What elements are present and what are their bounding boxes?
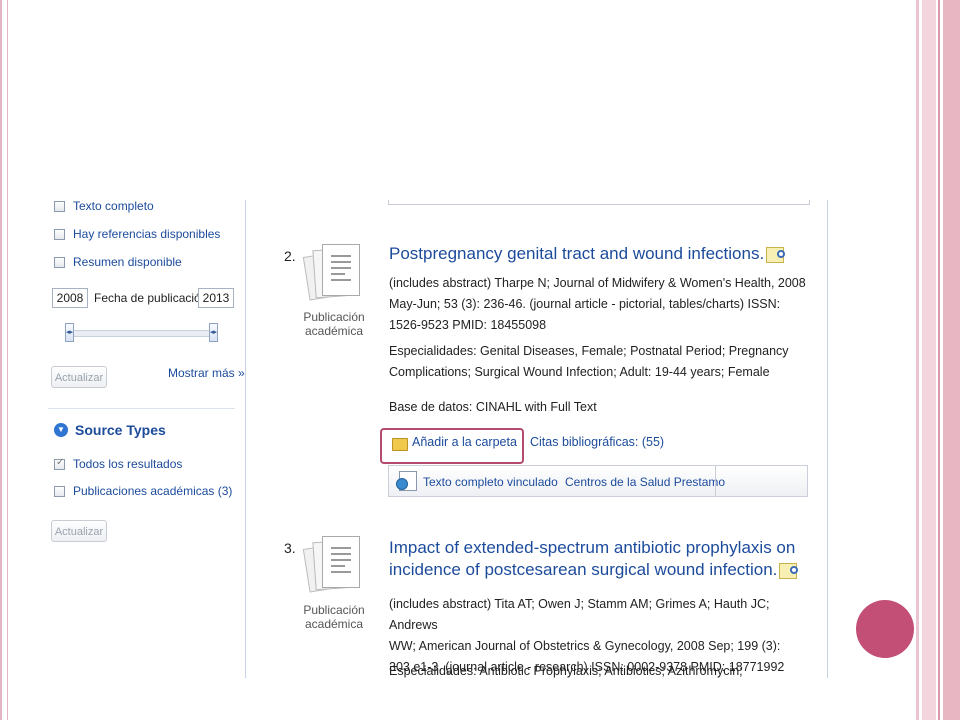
add-to-folder-link[interactable]: Añadir a la carpeta (412, 435, 517, 449)
source-type-academic[interactable]: Publicaciones académicas (3) (54, 482, 232, 500)
source-type-label: Todos los resultados (73, 457, 183, 471)
filter-abstract-available[interactable]: Resumen disponible (54, 253, 182, 271)
slide-frame-right (916, 0, 960, 720)
chevron-down-icon[interactable]: ▼ (54, 423, 68, 437)
preview-magnifier-icon[interactable] (766, 246, 786, 263)
source-type-label: Publicaciones académicas (3) (73, 484, 233, 498)
toolbar-separator (715, 466, 716, 496)
slider-handle-left-icon[interactable]: ◂▸ (65, 323, 74, 342)
slide-frame-left (0, 0, 8, 720)
folder-icon[interactable] (392, 438, 408, 451)
update-button[interactable]: Actualizar (51, 366, 107, 388)
checkbox[interactable] (54, 200, 65, 212)
date-label: Fecha de publicación (94, 291, 208, 305)
accent-circle (856, 600, 914, 658)
centros-link[interactable]: Centros de la Salud Prestamo (565, 475, 725, 489)
date-slider-track[interactable] (66, 330, 216, 337)
filter-references-available[interactable]: Hay referencias disponibles (54, 225, 220, 243)
refine-sidebar: Texto completo Hay referencias disponibl… (48, 200, 246, 678)
checkbox[interactable] (54, 485, 65, 497)
date-from-input[interactable]: 2008 (52, 288, 88, 308)
filter-label: Resumen disponible (73, 255, 182, 269)
filter-label: Texto completo (73, 200, 154, 213)
checkbox-checked[interactable] (54, 457, 65, 470)
result-abstract: (includes abstract) Tharpe N; Journal of… (389, 276, 806, 332)
document-icon[interactable] (302, 244, 360, 301)
result-actions: Añadir a la carpeta Citas bibliográficas… (380, 428, 800, 464)
linked-fulltext-link[interactable]: Texto completo vinculado (423, 475, 558, 489)
source-type-all[interactable]: Todos los resultados (54, 455, 182, 473)
checkbox[interactable] (54, 256, 65, 268)
update-button-2[interactable]: Actualizar (51, 520, 107, 542)
result-specialties: Especialidades: Genital Diseases, Female… (389, 344, 789, 379)
result-specialties: Especialidades: Antibiotic Prophylaxis; … (389, 664, 743, 678)
show-more-link[interactable]: Mostrar más » (168, 366, 245, 380)
source-types-title: Source Types (75, 422, 166, 438)
result-number: 3. (284, 540, 296, 556)
fulltext-toolbar: Texto completo vinculado Centros de la S… (388, 465, 808, 497)
result-database: Base de datos: CINAHL with Full Text (389, 400, 597, 414)
sidebar-divider (48, 408, 235, 409)
document-icon[interactable] (302, 536, 360, 593)
slider-handle-right-icon[interactable]: ◂▸ (209, 323, 218, 342)
result-number: 2. (284, 248, 296, 264)
result-title-link[interactable]: Postpregnancy genital tract and wound in… (389, 243, 786, 265)
results-border (827, 200, 828, 678)
filter-label: Hay referencias disponibles (73, 227, 221, 241)
publication-type-label: Publicación académica (303, 603, 365, 631)
preview-magnifier-icon[interactable] (779, 562, 799, 579)
date-to-input[interactable]: 2013 (198, 288, 234, 308)
checkbox[interactable] (54, 228, 65, 240)
publication-date-row: 2008 Fecha de publicación 2013 (52, 288, 234, 310)
search-results-screenshot: Texto completo Hay referencias disponibl… (48, 200, 832, 678)
filter-full-text[interactable]: Texto completo (54, 200, 154, 215)
result-title-link[interactable]: Impact of extended-spectrum antibiotic p… (389, 537, 799, 581)
previous-result-bar (388, 200, 810, 205)
linked-fulltext-icon[interactable] (396, 471, 417, 491)
publication-type-label: Publicación académica (303, 310, 365, 338)
results-list: 2. Publicación académica Postpregnancy g… (246, 200, 832, 678)
citations-link[interactable]: Citas bibliográficas: (55) (530, 435, 664, 449)
source-types-header[interactable]: ▼ Source Types (54, 422, 166, 438)
